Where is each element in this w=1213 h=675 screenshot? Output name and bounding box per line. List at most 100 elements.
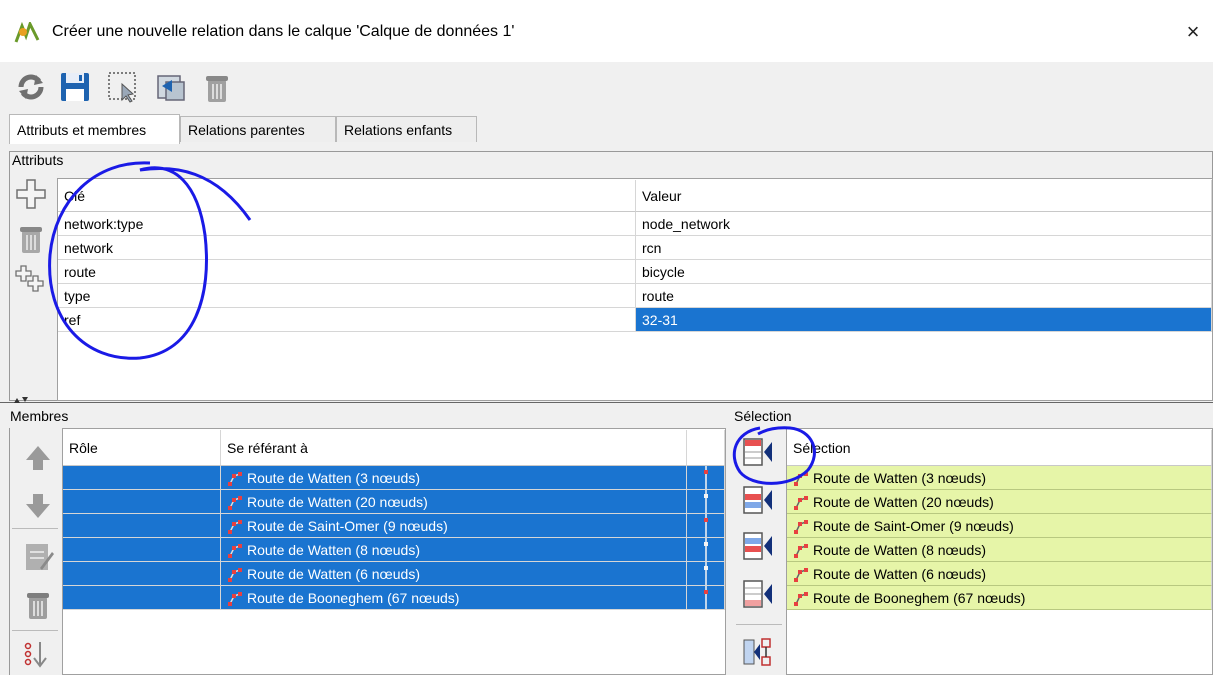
- member-linkage[interactable]: [687, 538, 725, 562]
- member-refers-to[interactable]: Route de Watten (3 nœuds): [221, 466, 687, 490]
- column-header-linkage[interactable]: [687, 430, 725, 466]
- selection-item[interactable]: Route de Watten (6 nœuds): [787, 562, 1212, 586]
- member-refers-to[interactable]: Route de Watten (6 nœuds): [221, 562, 687, 586]
- add-at-end-icon[interactable]: [740, 576, 776, 612]
- member-refers-to-label: Route de Watten (6 nœuds): [247, 566, 421, 582]
- josm-app-icon: [14, 22, 40, 43]
- remove-member-icon[interactable]: [20, 586, 56, 622]
- tag-key[interactable]: network:type: [58, 212, 636, 236]
- panel-splitter[interactable]: [0, 402, 1213, 403]
- add-at-start-icon[interactable]: [740, 434, 776, 470]
- add-after-selection-icon[interactable]: [740, 528, 776, 564]
- selection-item[interactable]: Route de Saint-Omer (9 nœuds): [787, 514, 1212, 538]
- linkage-icon: [704, 562, 708, 585]
- tag-value[interactable]: node_network: [636, 212, 1212, 236]
- way-icon: [228, 544, 242, 558]
- member-refers-to[interactable]: Route de Booneghem (67 nœuds): [221, 586, 687, 610]
- delete-tag-icon[interactable]: [13, 220, 49, 256]
- members-frame-left: [9, 428, 10, 675]
- member-role[interactable]: [63, 514, 221, 538]
- splitter-arrows-icon[interactable]: [13, 396, 29, 404]
- member-role[interactable]: [63, 538, 221, 562]
- selection-item[interactable]: Route de Watten (8 nœuds): [787, 538, 1212, 562]
- tag-value-selected[interactable]: 32-31: [636, 308, 1212, 332]
- selection-label: Sélection: [734, 408, 792, 424]
- linkage-icon: [704, 466, 708, 489]
- column-header-value[interactable]: Valeur: [636, 180, 1212, 212]
- way-icon: [794, 472, 808, 486]
- selection-item-label: Route de Watten (20 nœuds): [813, 494, 994, 510]
- member-refers-to-label: Route de Booneghem (67 nœuds): [247, 590, 460, 606]
- member-role[interactable]: [63, 562, 221, 586]
- tab-child-relations[interactable]: Relations enfants: [336, 116, 477, 142]
- window-title: Créer une nouvelle relation dans le calq…: [52, 23, 515, 40]
- member-linkage[interactable]: [687, 586, 725, 610]
- column-header-role[interactable]: Rôle: [63, 430, 221, 466]
- column-header-refers-to[interactable]: Se référant à: [221, 430, 687, 466]
- edit-member-icon[interactable]: [20, 538, 56, 574]
- refresh-icon[interactable]: [12, 68, 50, 106]
- move-down-icon[interactable]: [20, 488, 56, 524]
- save-icon[interactable]: [56, 68, 94, 106]
- way-icon: [228, 472, 242, 486]
- member-linkage[interactable]: [687, 466, 725, 490]
- member-role[interactable]: [63, 490, 221, 514]
- move-up-icon[interactable]: [20, 440, 56, 476]
- member-refers-to-label: Route de Watten (3 nœuds): [247, 470, 421, 486]
- add-tag-icon[interactable]: [13, 176, 49, 212]
- member-refers-to-label: Route de Watten (20 nœuds): [247, 494, 428, 510]
- way-icon: [228, 520, 242, 534]
- toolbar-separator: [12, 528, 58, 529]
- selection-item[interactable]: Route de Watten (3 nœuds): [787, 466, 1212, 490]
- way-icon: [794, 520, 808, 534]
- selection-item-label: Route de Saint-Omer (9 nœuds): [813, 518, 1014, 534]
- column-header-selection[interactable]: Sélection: [787, 430, 1212, 466]
- way-icon: [228, 592, 242, 606]
- revert-icon[interactable]: [152, 68, 190, 106]
- way-icon: [794, 568, 808, 582]
- tag-key[interactable]: type: [58, 284, 636, 308]
- selection-item[interactable]: Route de Watten (20 nœuds): [787, 490, 1212, 514]
- tab-attributes-members[interactable]: Attributs et membres: [9, 114, 180, 144]
- member-role[interactable]: [63, 586, 221, 610]
- selection-item-label: Route de Booneghem (67 nœuds): [813, 590, 1026, 606]
- member-linkage[interactable]: [687, 490, 725, 514]
- title-bar: Créer une nouvelle relation dans le calq…: [0, 0, 1213, 62]
- tag-value[interactable]: bicycle: [636, 260, 1212, 284]
- add-before-selection-icon[interactable]: [740, 482, 776, 518]
- linkage-icon: [704, 586, 708, 609]
- selection-item-label: Route de Watten (3 nœuds): [813, 470, 987, 486]
- tag-key[interactable]: network: [58, 236, 636, 260]
- toolbar: [0, 62, 1213, 114]
- tab-bar: Attributs et membres Relations parentes …: [0, 114, 1213, 144]
- member-role[interactable]: [63, 466, 221, 490]
- linkage-icon: [704, 538, 708, 561]
- tag-value[interactable]: route: [636, 284, 1212, 308]
- column-header-key[interactable]: Clé: [58, 180, 636, 212]
- linkage-icon: [704, 514, 708, 537]
- way-icon: [794, 544, 808, 558]
- member-refers-to-label: Route de Watten (8 nœuds): [247, 542, 421, 558]
- members-label: Membres: [10, 408, 69, 424]
- selection-item-label: Route de Watten (6 nœuds): [813, 566, 987, 582]
- tag-value[interactable]: rcn: [636, 236, 1212, 260]
- close-button[interactable]: ×: [1180, 18, 1206, 46]
- toolbar-separator: [12, 630, 58, 631]
- sort-members-icon[interactable]: [20, 638, 56, 674]
- tag-key[interactable]: ref: [58, 308, 636, 332]
- member-refers-to[interactable]: Route de Watten (8 nœuds): [221, 538, 687, 562]
- linkage-icon: [704, 490, 708, 513]
- member-refers-to[interactable]: Route de Watten (20 nœuds): [221, 490, 687, 514]
- select-members-icon[interactable]: [104, 68, 142, 106]
- member-linkage[interactable]: [687, 562, 725, 586]
- paste-tags-icon[interactable]: [13, 262, 49, 298]
- member-linkage[interactable]: [687, 514, 725, 538]
- member-refers-to-label: Route de Saint-Omer (9 nœuds): [247, 518, 448, 534]
- attributes-label: Attributs: [12, 152, 64, 168]
- tab-parent-relations[interactable]: Relations parentes: [180, 116, 336, 142]
- member-refers-to[interactable]: Route de Saint-Omer (9 nœuds): [221, 514, 687, 538]
- tag-key[interactable]: route: [58, 260, 636, 284]
- delete-icon[interactable]: [198, 68, 236, 106]
- selection-item[interactable]: Route de Booneghem (67 nœuds): [787, 586, 1212, 610]
- select-in-relation-icon[interactable]: [740, 634, 776, 670]
